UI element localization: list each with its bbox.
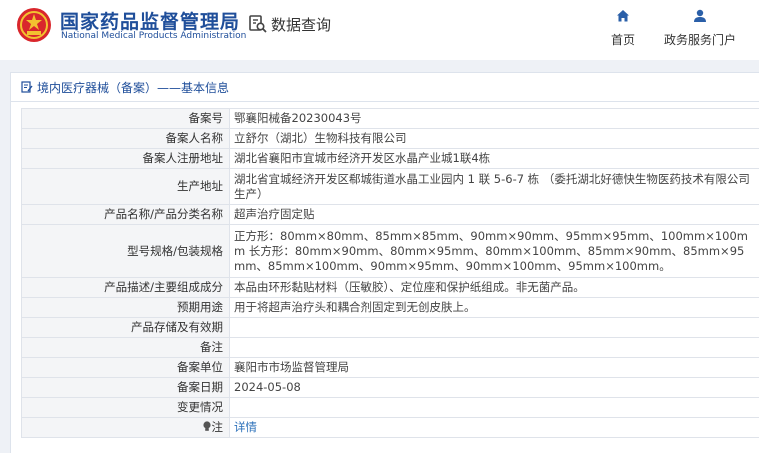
record-value: 超声治疗固定贴 bbox=[230, 205, 759, 225]
data-query-label: 数据查询 bbox=[271, 14, 331, 35]
record-row: 备案号鄂襄阳械备20230043号 bbox=[22, 109, 759, 129]
record-row: 备案日期2024-05-08 bbox=[22, 378, 759, 398]
nav-home-label: 首页 bbox=[587, 31, 659, 48]
record-key: 备案单位 bbox=[22, 358, 230, 378]
note-key: 注 bbox=[22, 418, 230, 438]
national-emblem-icon bbox=[16, 7, 52, 43]
record-row: 备案人注册地址湖北省襄阳市宜城市经济开发区水晶产业城1联4栋 bbox=[22, 149, 759, 169]
note-key-label: 注 bbox=[212, 420, 224, 434]
record-key: 型号规格/包装规格 bbox=[22, 225, 230, 278]
record-key: 生产地址 bbox=[22, 169, 230, 205]
record-row: 变更情况 bbox=[22, 398, 759, 418]
record-value: 用于将超声治疗头和耦合剂固定到无创皮肤上。 bbox=[230, 298, 759, 318]
record-value: 正方形：80mm×80mm、85mm×85mm、90mm×90mm、95mm×9… bbox=[230, 225, 759, 278]
record-row: 备注 bbox=[22, 338, 759, 358]
record-key: 预期用途 bbox=[22, 298, 230, 318]
record-value bbox=[230, 318, 759, 338]
record-row: 备案人名称立舒尔（湖北）生物科技有限公司 bbox=[22, 129, 759, 149]
record-row: 产品描述/主要组成成分本品由环形黏贴材料（压敏胶）、定位座和保护纸组成。非无菌产… bbox=[22, 278, 759, 298]
lightbulb-icon bbox=[202, 421, 212, 432]
site-subtitle: National Medical Products Administration bbox=[61, 31, 246, 41]
record-key: 备注 bbox=[22, 338, 230, 358]
record-key: 备案人名称 bbox=[22, 129, 230, 149]
top-header: 国家药品监督管理局 National Medical Products Admi… bbox=[0, 0, 759, 60]
record-value: 立舒尔（湖北）生物科技有限公司 bbox=[230, 129, 759, 149]
record-value: 本品由环形黏贴材料（压敏胶）、定位座和保护纸组成。非无菌产品。 bbox=[230, 278, 759, 298]
record-row: 备案单位襄阳市市场监督管理局 bbox=[22, 358, 759, 378]
edit-document-icon bbox=[21, 81, 33, 93]
record-row: 生产地址湖北省宜城经济开发区郗城街道水晶工业园内 1 联 5-6-7 栋 （委托… bbox=[22, 169, 759, 205]
record-value bbox=[230, 338, 759, 358]
home-icon bbox=[615, 8, 631, 24]
record-row-note: 注 详情 bbox=[22, 418, 759, 438]
user-icon bbox=[692, 8, 708, 24]
record-value: 襄阳市市场监督管理局 bbox=[230, 358, 759, 378]
nav-service-portal[interactable]: 政务服务门户 bbox=[664, 8, 736, 48]
record-key: 备案号 bbox=[22, 109, 230, 129]
record-value: 湖北省襄阳市宜城市经济开发区水晶产业城1联4栋 bbox=[230, 149, 759, 169]
breadcrumb-divider bbox=[11, 101, 759, 102]
record-key: 备案日期 bbox=[22, 378, 230, 398]
record-table: 备案号鄂襄阳械备20230043号备案人名称立舒尔（湖北）生物科技有限公司备案人… bbox=[21, 108, 759, 438]
content-panel: 境内医疗器械（备案）——基本信息 备案号鄂襄阳械备20230043号备案人名称立… bbox=[10, 72, 759, 453]
record-value: 湖北省宜城经济开发区郗城街道水晶工业园内 1 联 5-6-7 栋 （委托湖北好德… bbox=[230, 169, 759, 205]
record-key: 产品名称/产品分类名称 bbox=[22, 205, 230, 225]
record-key: 备案人注册地址 bbox=[22, 149, 230, 169]
breadcrumb: 境内医疗器械（备案）——基本信息 bbox=[21, 73, 229, 101]
record-key: 变更情况 bbox=[22, 398, 230, 418]
data-query-link[interactable]: 数据查询 bbox=[248, 13, 331, 35]
record-value: 2024-05-08 bbox=[230, 378, 759, 398]
record-value: 鄂襄阳械备20230043号 bbox=[230, 109, 759, 129]
record-row: 产品存储及有效期 bbox=[22, 318, 759, 338]
nav-service-portal-label: 政务服务门户 bbox=[664, 31, 736, 48]
record-row: 型号规格/包装规格正方形：80mm×80mm、85mm×85mm、90mm×90… bbox=[22, 225, 759, 278]
record-row: 预期用途用于将超声治疗头和耦合剂固定到无创皮肤上。 bbox=[22, 298, 759, 318]
record-row: 产品名称/产品分类名称超声治疗固定贴 bbox=[22, 205, 759, 225]
detail-link[interactable]: 详情 bbox=[234, 420, 257, 434]
nav-home[interactable]: 首页 bbox=[587, 8, 659, 48]
breadcrumb-text: 境内医疗器械（备案）——基本信息 bbox=[37, 79, 229, 96]
record-key: 产品存储及有效期 bbox=[22, 318, 230, 338]
site-title[interactable]: 国家药品监督管理局 bbox=[60, 7, 240, 34]
record-key: 产品描述/主要组成成分 bbox=[22, 278, 230, 298]
data-query-icon bbox=[248, 14, 268, 34]
record-value bbox=[230, 398, 759, 418]
note-value: 详情 bbox=[230, 418, 759, 438]
